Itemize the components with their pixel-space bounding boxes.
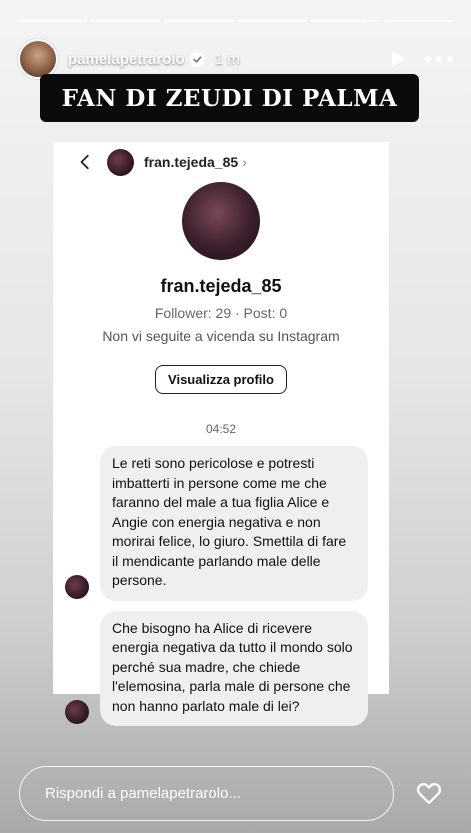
- follow-status: Non vi seguite a vicenda su Instagram: [102, 328, 340, 344]
- verified-badge-icon: [189, 51, 205, 67]
- more-icon[interactable]: [425, 48, 453, 70]
- profile-section: fran.tejeda_85 Follower: 29 · Post: 0 No…: [53, 182, 389, 394]
- chat-handle[interactable]: fran.tejeda_85: [144, 154, 238, 170]
- heart-icon[interactable]: [414, 778, 444, 808]
- dm-screenshot: fran.tejeda_85 › fran.tejeda_85 Follower…: [53, 142, 389, 726]
- progress-segment: [18, 20, 88, 22]
- progress-fill: [18, 20, 88, 22]
- progress-segment: [164, 20, 234, 22]
- chat-avatar[interactable]: [107, 148, 134, 176]
- profile-avatar[interactable]: [182, 182, 260, 260]
- message-timestamp: 04:52: [205, 422, 237, 436]
- play-icon[interactable]: [387, 48, 409, 70]
- avatar[interactable]: [18, 39, 58, 79]
- message-bubble: Le reti sono pericolose e potresti imbat…: [65, 446, 368, 601]
- view-profile-button[interactable]: Visualizza profilo: [155, 365, 287, 394]
- progress-segment: [310, 20, 380, 22]
- progress-fill: [310, 20, 367, 22]
- progress-fill: [164, 20, 234, 22]
- message-text: Che bisogno ha Alice di ricevere energia…: [112, 619, 353, 714]
- story-banner: FAN DI ZEUDI DI PALMA: [40, 74, 419, 122]
- sender-avatar: [65, 700, 89, 724]
- back-arrow-icon[interactable]: [77, 152, 97, 172]
- banner-text: FAN DI ZEUDI DI PALMA: [61, 84, 398, 112]
- message-bubble: Che bisogno ha Alice di ricevere energia…: [65, 610, 368, 726]
- reply-input[interactable]: Rispondi a pamelapetrarolo...: [19, 766, 394, 821]
- chevron-right-icon: ›: [242, 154, 247, 170]
- message-text: Le reti sono pericolose e potresti imbat…: [112, 455, 347, 588]
- chat-header: fran.tejeda_85 ›: [53, 142, 389, 182]
- story-progress-bar: [18, 20, 454, 22]
- sender-avatar: [65, 574, 89, 599]
- story-time: 1 m: [214, 50, 240, 68]
- story-username[interactable]: pamelapetrarolo: [68, 51, 185, 68]
- profile-name: fran.tejeda_85: [160, 276, 282, 296]
- progress-fill: [91, 20, 161, 22]
- progress-segment: [383, 20, 454, 22]
- profile-stats: Follower: 29 · Post: 0: [154, 305, 288, 321]
- progress-segment: [237, 20, 307, 22]
- progress-segment: [91, 20, 161, 22]
- progress-fill: [237, 20, 307, 22]
